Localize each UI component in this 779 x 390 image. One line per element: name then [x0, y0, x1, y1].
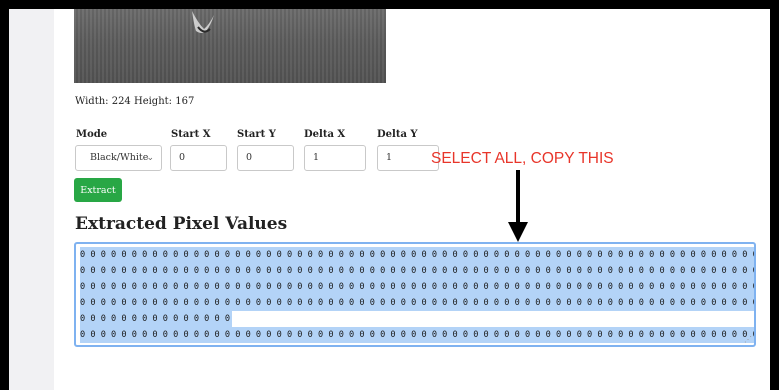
- chevron-down-icon: ⌄: [146, 153, 154, 163]
- resize-handle-icon[interactable]: ⋰: [744, 335, 752, 344]
- pixel-line-text: 0 0 0 0 0 0 0 0 0 0 0 0 0 0 0 0 0 0 0 0 …: [80, 247, 754, 263]
- start-y-input[interactable]: 0: [237, 145, 294, 171]
- mode-select[interactable]: Black/White ⌄: [75, 145, 162, 171]
- screenshot-frame-left: [0, 0, 9, 390]
- main-content: Width: 224 Height: 167 Mode Start X Star…: [54, 9, 770, 390]
- pixel-line: 0 0 0 0 0 0 0 0 0 0 0 0 0 0 0 0 0 0 0 0 …: [80, 263, 754, 279]
- pixel-line: 0 0 0 0 0 0 0 0 0 0 0 0 0 0 0 0 0 0 0 0 …: [80, 295, 754, 311]
- pixel-line-text: 0 0 0 0 0 0 0 0 0 0 0 0 0 0 0 0 0 0 0 0 …: [80, 295, 754, 311]
- extract-button[interactable]: Extract: [74, 178, 122, 202]
- delta-y-label: Delta Y: [377, 129, 418, 140]
- section-title: Extracted Pixel Values: [75, 214, 288, 234]
- pixel-line-text: 0 0 0 0 0 0 0 0 0 0 0 0 0 0 0 0 0 0 0 0 …: [80, 263, 754, 279]
- bird-silhouette: [192, 11, 214, 33]
- arrow-down-icon: [508, 170, 528, 242]
- mode-label: Mode: [76, 129, 108, 140]
- annotation-text: SELECT ALL, COPY THIS: [431, 150, 614, 167]
- pixel-line-text: 0 0 0 0 0 0 0 0 0 0 0 0 0 0 0: [80, 311, 233, 327]
- delta-x-input[interactable]: 1: [304, 145, 366, 171]
- screenshot-frame-top: [0, 0, 779, 9]
- mode-select-value: Black/White: [90, 152, 149, 163]
- start-y-label: Start Y: [237, 129, 276, 140]
- delta-x-label: Delta X: [304, 129, 346, 140]
- pixel-line: 0 0 0 0 0 0 0 0 0 0 0 0 0 0 0 0 0 0 0 0 …: [80, 247, 754, 263]
- pixel-line: 0 0 0 0 0 0 0 0 0 0 0 0 0 0 0 0 0 0 0 0 …: [80, 327, 754, 343]
- delta-y-input[interactable]: 1: [377, 145, 439, 171]
- pixel-values-textarea[interactable]: 0 0 0 0 0 0 0 0 0 0 0 0 0 0 0 0 0 0 0 0 …: [74, 242, 756, 347]
- image-dimensions: Width: 224 Height: 167: [75, 96, 195, 107]
- start-x-input[interactable]: 0: [170, 145, 227, 171]
- left-gutter: [9, 9, 54, 390]
- start-x-label: Start X: [171, 129, 211, 140]
- screenshot-frame-right: [770, 0, 779, 390]
- pixel-line-text: 0 0 0 0 0 0 0 0 0 0 0 0 0 0 0 0 0 0 0 0 …: [80, 327, 754, 343]
- pixel-line: 0 0 0 0 0 0 0 0 0 0 0 0 0 0 0: [80, 311, 754, 327]
- pixel-line-text: 0 0 0 0 0 0 0 0 0 0 0 0 0 0 0 0 0 0 0 0 …: [80, 279, 754, 295]
- image-preview: [74, 9, 386, 83]
- preview-texture: [74, 9, 386, 83]
- pixel-line: 0 0 0 0 0 0 0 0 0 0 0 0 0 0 0 0 0 0 0 0 …: [80, 279, 754, 295]
